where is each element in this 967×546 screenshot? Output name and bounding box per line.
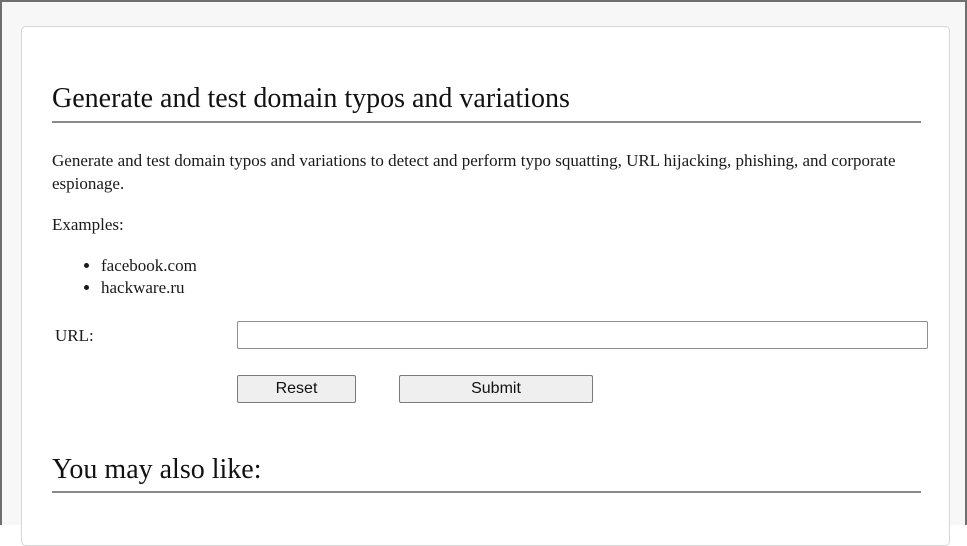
- example-item-facebook: facebook.com: [101, 255, 197, 277]
- examples-list: facebook.com hackware.ru: [52, 255, 197, 299]
- url-label: URL:: [55, 326, 94, 345]
- content-card: Generate and test domain typos and varia…: [21, 26, 950, 546]
- submit-button[interactable]: Submit: [399, 375, 593, 403]
- reset-button[interactable]: Reset: [237, 375, 356, 403]
- url-input[interactable]: [237, 321, 928, 349]
- example-item-hackware: hackware.ru: [101, 277, 197, 299]
- related-heading: You may also like:: [52, 454, 262, 485]
- examples-label: Examples:: [52, 215, 124, 234]
- page-title: Generate and test domain typos and varia…: [52, 83, 570, 114]
- title-divider: [52, 121, 921, 123]
- related-divider: [52, 491, 921, 493]
- page-description: Generate and test domain typos and varia…: [52, 151, 896, 193]
- browser-viewport: Generate and test domain typos and varia…: [0, 0, 967, 546]
